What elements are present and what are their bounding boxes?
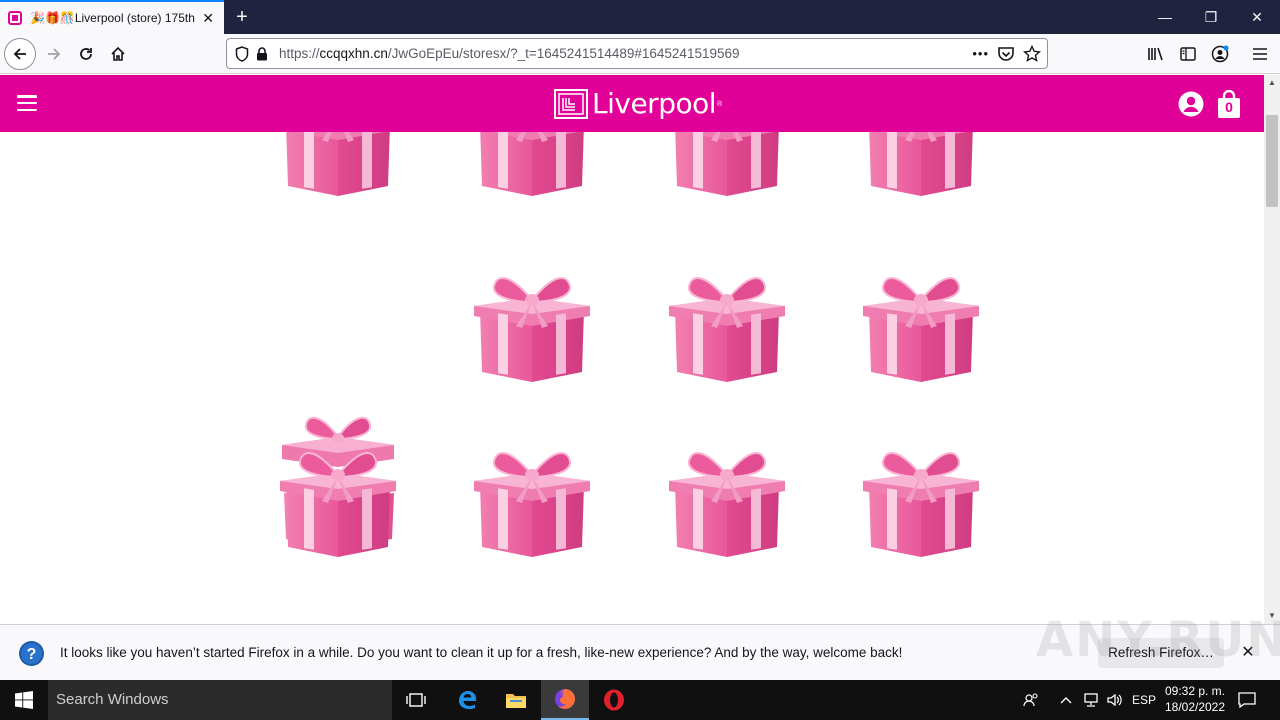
opera-taskbar-button[interactable] bbox=[590, 680, 638, 720]
firefox-icon bbox=[555, 689, 575, 709]
gift-box[interactable] bbox=[667, 256, 787, 386]
clock-date: 18/02/2022 bbox=[1164, 700, 1226, 714]
anyrun-watermark: ANY.RUN bbox=[1036, 612, 1280, 668]
tab-title: 🎉🎁🎊Liverpool (store) 175th bbox=[30, 11, 195, 25]
sidebar-button[interactable] bbox=[1172, 38, 1204, 70]
minimize-button[interactable]: — bbox=[1142, 0, 1188, 34]
account-button[interactable] bbox=[1204, 38, 1236, 70]
back-button[interactable] bbox=[4, 38, 36, 70]
menu-icon bbox=[1253, 48, 1267, 60]
liverpool-logo[interactable]: Liverpool ® bbox=[554, 86, 722, 122]
shopping-bag-button[interactable]: 0 bbox=[1217, 89, 1241, 118]
firefox-taskbar-button[interactable] bbox=[541, 680, 589, 720]
pocket-icon[interactable] bbox=[997, 45, 1015, 63]
opera-icon bbox=[604, 689, 624, 711]
windows-taskbar: Search Windows ESP 09:32 p. m. 18/02/202… bbox=[0, 680, 1280, 720]
screen: 🎉🎁🎊Liverpool (store) 175th ✕ + — ❐ ✕ htt… bbox=[0, 0, 1280, 720]
edge-icon bbox=[459, 691, 476, 709]
edge-taskbar-button[interactable] bbox=[443, 680, 491, 720]
sidebar-icon bbox=[1180, 47, 1196, 61]
home-icon bbox=[111, 46, 125, 61]
library-button[interactable] bbox=[1140, 38, 1172, 70]
start-button[interactable] bbox=[0, 680, 48, 720]
library-icon bbox=[1148, 47, 1163, 61]
gift-box[interactable] bbox=[861, 256, 981, 386]
file-explorer-taskbar-button[interactable] bbox=[492, 680, 540, 720]
home-button[interactable] bbox=[102, 38, 134, 70]
cart-count: 0 bbox=[1225, 99, 1233, 115]
speaker-icon bbox=[1107, 693, 1122, 707]
people-icon bbox=[1023, 693, 1038, 707]
taskbar-clock[interactable]: 09:32 p. m. 18/02/2022 bbox=[1160, 683, 1230, 715]
show-hidden-icons-button[interactable] bbox=[1056, 680, 1076, 720]
vertical-scrollbar[interactable]: ▲ ▼ bbox=[1264, 75, 1280, 624]
user-account-icon[interactable] bbox=[1178, 91, 1204, 117]
scroll-thumb[interactable] bbox=[1266, 115, 1278, 207]
tab-close-icon[interactable]: ✕ bbox=[200, 10, 216, 27]
network-icon bbox=[1084, 693, 1098, 707]
url-path: /JwGoEpEu/storesx/?_t=1645241514489#1645… bbox=[387, 46, 740, 61]
window-close-button[interactable]: ✕ bbox=[1234, 0, 1280, 34]
people-button[interactable] bbox=[1018, 680, 1044, 720]
forward-button[interactable] bbox=[38, 38, 70, 70]
volume-button[interactable] bbox=[1104, 680, 1126, 720]
task-view-button[interactable] bbox=[392, 680, 440, 720]
question-icon: ? bbox=[19, 641, 44, 666]
url-bar[interactable]: https://ccqqxhn.cn/JwGoEpEu/storesx/?_t=… bbox=[226, 38, 1048, 69]
svg-text:?: ? bbox=[27, 646, 37, 663]
tab-strip: 🎉🎁🎊Liverpool (store) 175th ✕ + — ❐ ✕ bbox=[0, 0, 1280, 34]
brand-name: Liverpool bbox=[592, 87, 717, 120]
chevron-up-icon bbox=[1060, 697, 1072, 704]
clock-time: 09:32 p. m. bbox=[1164, 684, 1226, 698]
network-button[interactable] bbox=[1080, 680, 1102, 720]
scroll-up-icon[interactable]: ▲ bbox=[1264, 75, 1280, 91]
arrow-left-icon bbox=[13, 48, 26, 60]
gift-box[interactable] bbox=[861, 431, 981, 561]
action-center-icon bbox=[1238, 692, 1256, 708]
reload-icon bbox=[80, 48, 92, 60]
gift-box[interactable] bbox=[472, 431, 592, 561]
new-tab-button[interactable]: + bbox=[228, 3, 256, 31]
url-actions: ••• bbox=[972, 44, 1047, 63]
task-view-icon bbox=[406, 693, 426, 707]
site-menu-icon[interactable] bbox=[17, 95, 37, 111]
reload-button[interactable] bbox=[70, 38, 102, 70]
gift-box[interactable] bbox=[667, 431, 787, 561]
folder-icon bbox=[506, 694, 526, 708]
restore-button[interactable]: ❐ bbox=[1188, 0, 1234, 34]
app-menu-button[interactable] bbox=[1244, 38, 1276, 70]
notification-message: It looks like you haven’t started Firefo… bbox=[60, 645, 903, 660]
site-header: Liverpool ® 0 bbox=[0, 75, 1264, 132]
gift-box[interactable] bbox=[278, 431, 398, 561]
navigation-toolbar: https://ccqqxhn.cn/JwGoEpEu/storesx/?_t=… bbox=[0, 34, 1280, 74]
tracking-shield-icon[interactable] bbox=[233, 45, 251, 63]
favicon-icon bbox=[8, 11, 22, 25]
bookmark-star-icon[interactable] bbox=[1023, 44, 1041, 63]
url-host: ccqqxhn.cn bbox=[319, 46, 388, 61]
gift-box[interactable] bbox=[472, 256, 592, 386]
page-actions-button[interactable]: ••• bbox=[972, 46, 989, 61]
taskbar-search-box[interactable]: Search Windows bbox=[48, 680, 392, 720]
lock-icon[interactable] bbox=[253, 45, 271, 63]
tab-liverpool-store[interactable]: 🎉🎁🎊Liverpool (store) 175th ✕ bbox=[0, 0, 224, 34]
arrow-right-icon bbox=[48, 48, 61, 60]
url-text: https://ccqqxhn.cn/JwGoEpEu/storesx/?_t=… bbox=[279, 46, 740, 61]
gift-box-grid bbox=[0, 75, 1264, 624]
notifications-button[interactable] bbox=[1234, 680, 1260, 720]
account-icon bbox=[1211, 45, 1229, 63]
brand-registered-mark: ® bbox=[717, 100, 723, 108]
liverpool-logo-mark-icon bbox=[554, 89, 588, 119]
web-page: Liverpool ® 0 bbox=[0, 75, 1264, 624]
url-prefix: https:// bbox=[279, 46, 320, 61]
input-language[interactable]: ESP bbox=[1130, 680, 1158, 720]
windows-logo-icon bbox=[15, 691, 33, 709]
